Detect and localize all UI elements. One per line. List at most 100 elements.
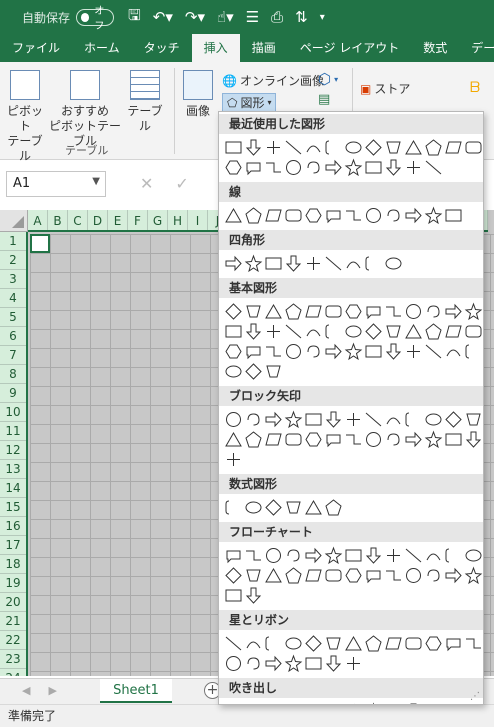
tab-file[interactable]: ファイル <box>0 34 72 62</box>
shape-option-icon[interactable] <box>243 565 263 585</box>
shape-option-icon[interactable] <box>343 341 363 361</box>
shape-option-icon[interactable] <box>383 301 403 321</box>
shape-option-icon[interactable] <box>283 565 303 585</box>
shape-option-icon[interactable] <box>383 565 403 585</box>
shape-option-icon[interactable] <box>223 137 243 157</box>
shape-option-icon[interactable] <box>363 301 383 321</box>
shape-option-icon[interactable] <box>423 409 443 429</box>
row-header[interactable]: 17 <box>0 536 26 555</box>
shape-option-icon[interactable] <box>243 633 263 653</box>
shape-option-icon[interactable] <box>423 341 443 361</box>
row-header[interactable]: 12 <box>0 441 26 460</box>
shape-option-icon[interactable] <box>463 565 483 585</box>
shape-option-icon[interactable] <box>443 701 463 704</box>
shape-option-icon[interactable] <box>263 205 283 225</box>
shape-option-icon[interactable] <box>303 545 323 565</box>
shape-option-icon[interactable] <box>443 341 463 361</box>
shape-option-icon[interactable] <box>363 205 383 225</box>
prev-sheet-icon[interactable]: ◀ <box>22 684 30 697</box>
shape-option-icon[interactable] <box>223 565 243 585</box>
column-header[interactable]: A <box>28 210 48 230</box>
shape-option-icon[interactable] <box>243 301 263 321</box>
shape-option-icon[interactable] <box>423 545 443 565</box>
shape-option-icon[interactable] <box>363 409 383 429</box>
shape-option-icon[interactable] <box>383 341 403 361</box>
shape-option-icon[interactable] <box>303 321 323 341</box>
shape-option-icon[interactable] <box>463 545 483 565</box>
shape-option-icon[interactable] <box>423 429 443 449</box>
shape-option-icon[interactable] <box>223 449 243 469</box>
smartart-icon[interactable]: ▤ <box>318 92 330 107</box>
shape-option-icon[interactable] <box>223 429 243 449</box>
list-icon[interactable]: ☰ <box>246 8 259 26</box>
sheet-tab-sheet1[interactable]: Sheet1 <box>100 679 172 703</box>
active-cell[interactable] <box>30 234 50 253</box>
column-header[interactable]: C <box>68 210 88 230</box>
shape-option-icon[interactable] <box>323 545 343 565</box>
row-header[interactable]: 19 <box>0 574 26 593</box>
shape-option-icon[interactable] <box>463 341 483 361</box>
shape-option-icon[interactable] <box>403 205 423 225</box>
shape-option-icon[interactable] <box>443 205 463 225</box>
row-header[interactable]: 21 <box>0 612 26 631</box>
shape-option-icon[interactable] <box>283 409 303 429</box>
shape-option-icon[interactable] <box>243 157 263 177</box>
shape-option-icon[interactable] <box>323 301 343 321</box>
shape-option-icon[interactable] <box>283 157 303 177</box>
shape-option-icon[interactable] <box>263 633 283 653</box>
shape-option-icon[interactable] <box>303 205 323 225</box>
shape-option-icon[interactable] <box>283 701 303 704</box>
shape-option-icon[interactable] <box>263 361 283 381</box>
shape-option-icon[interactable] <box>383 157 403 177</box>
shape-option-icon[interactable] <box>263 341 283 361</box>
shape-option-icon[interactable] <box>263 565 283 585</box>
row-header[interactable]: 23 <box>0 650 26 669</box>
shape-option-icon[interactable] <box>263 701 283 704</box>
row-header[interactable]: 5 <box>0 308 26 327</box>
shape-option-icon[interactable] <box>283 321 303 341</box>
shape-option-icon[interactable] <box>223 653 243 673</box>
shape-option-icon[interactable] <box>223 361 243 381</box>
shape-option-icon[interactable] <box>383 701 403 704</box>
shape-option-icon[interactable] <box>343 701 363 704</box>
shape-option-icon[interactable] <box>363 321 383 341</box>
row-header[interactable]: 2 <box>0 251 26 270</box>
shape-option-icon[interactable] <box>263 301 283 321</box>
shape-option-icon[interactable] <box>363 157 383 177</box>
shape-option-icon[interactable] <box>263 157 283 177</box>
shape-option-icon[interactable] <box>283 633 303 653</box>
shape-option-icon[interactable] <box>223 321 243 341</box>
shape-option-icon[interactable] <box>223 633 243 653</box>
shape-option-icon[interactable] <box>263 497 283 517</box>
shape-option-icon[interactable] <box>423 205 443 225</box>
shape-option-icon[interactable] <box>423 321 443 341</box>
shape-option-icon[interactable] <box>223 585 243 605</box>
shape-option-icon[interactable] <box>243 545 263 565</box>
shape-option-icon[interactable] <box>303 701 323 704</box>
tab-page-layout[interactable]: ページ レイアウト <box>288 34 412 62</box>
row-header[interactable]: 13 <box>0 460 26 479</box>
tab-formulas[interactable]: 数式 <box>411 34 459 62</box>
shape-option-icon[interactable] <box>323 653 343 673</box>
shapes-button[interactable]: ⬠ 図形 ▾ <box>222 93 277 112</box>
shape-option-icon[interactable] <box>243 361 263 381</box>
shape-option-icon[interactable] <box>303 633 323 653</box>
shape-option-icon[interactable] <box>223 253 243 273</box>
shape-option-icon[interactable] <box>403 409 423 429</box>
shape-option-icon[interactable] <box>243 137 263 157</box>
image-button[interactable]: 画像 <box>178 70 218 119</box>
shape-option-icon[interactable] <box>263 321 283 341</box>
recommended-pivot-button[interactable]: おすすめ ピボットテーブル <box>48 70 122 149</box>
customize-qat-icon[interactable]: ▾ <box>320 12 325 23</box>
shape-option-icon[interactable] <box>403 545 423 565</box>
row-header[interactable]: 10 <box>0 403 26 422</box>
shape-option-icon[interactable] <box>263 429 283 449</box>
shape-option-icon[interactable] <box>343 301 363 321</box>
shape-option-icon[interactable] <box>443 301 463 321</box>
shape-option-icon[interactable] <box>303 253 323 273</box>
cancel-icon[interactable]: ✕ <box>140 174 153 193</box>
save-icon[interactable]: 🖫 <box>128 5 141 30</box>
shape-option-icon[interactable] <box>423 301 443 321</box>
shape-option-icon[interactable] <box>303 409 323 429</box>
shape-option-icon[interactable] <box>383 205 403 225</box>
